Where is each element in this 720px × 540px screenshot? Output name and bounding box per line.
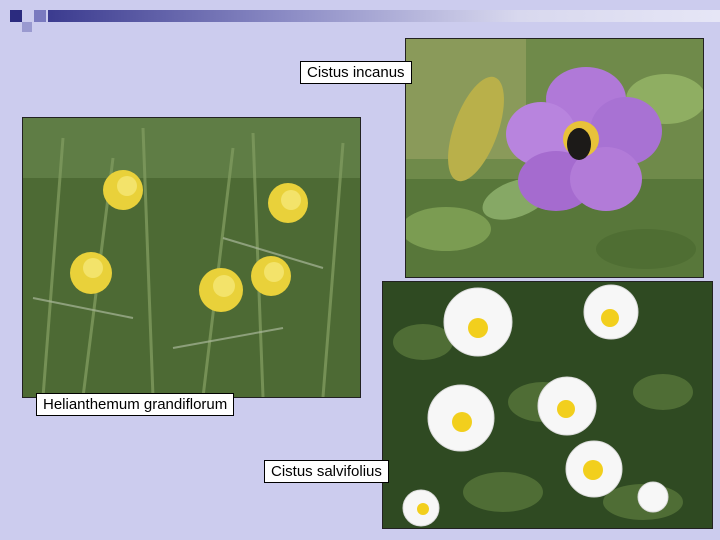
corner-square-mid (34, 10, 46, 22)
cistus-incanus-image (406, 39, 703, 277)
photo-cistus-salvifolius (382, 281, 713, 529)
helianthemum-image (23, 118, 360, 397)
photo-cistus-incanus (405, 38, 704, 278)
caption-cistus-incanus: Cistus incanus (300, 61, 412, 84)
cistus-salvifolius-image (383, 282, 712, 528)
corner-square-dark (10, 10, 22, 22)
slide-header-decoration (0, 0, 720, 32)
corner-square-light (22, 22, 32, 32)
caption-cistus-salvifolius: Cistus salvifolius (264, 460, 389, 483)
photo-helianthemum-grandiflorum (22, 117, 361, 398)
title-gradient-bar (48, 10, 720, 22)
caption-helianthemum-grandiflorum: Helianthemum grandiflorum (36, 393, 235, 416)
